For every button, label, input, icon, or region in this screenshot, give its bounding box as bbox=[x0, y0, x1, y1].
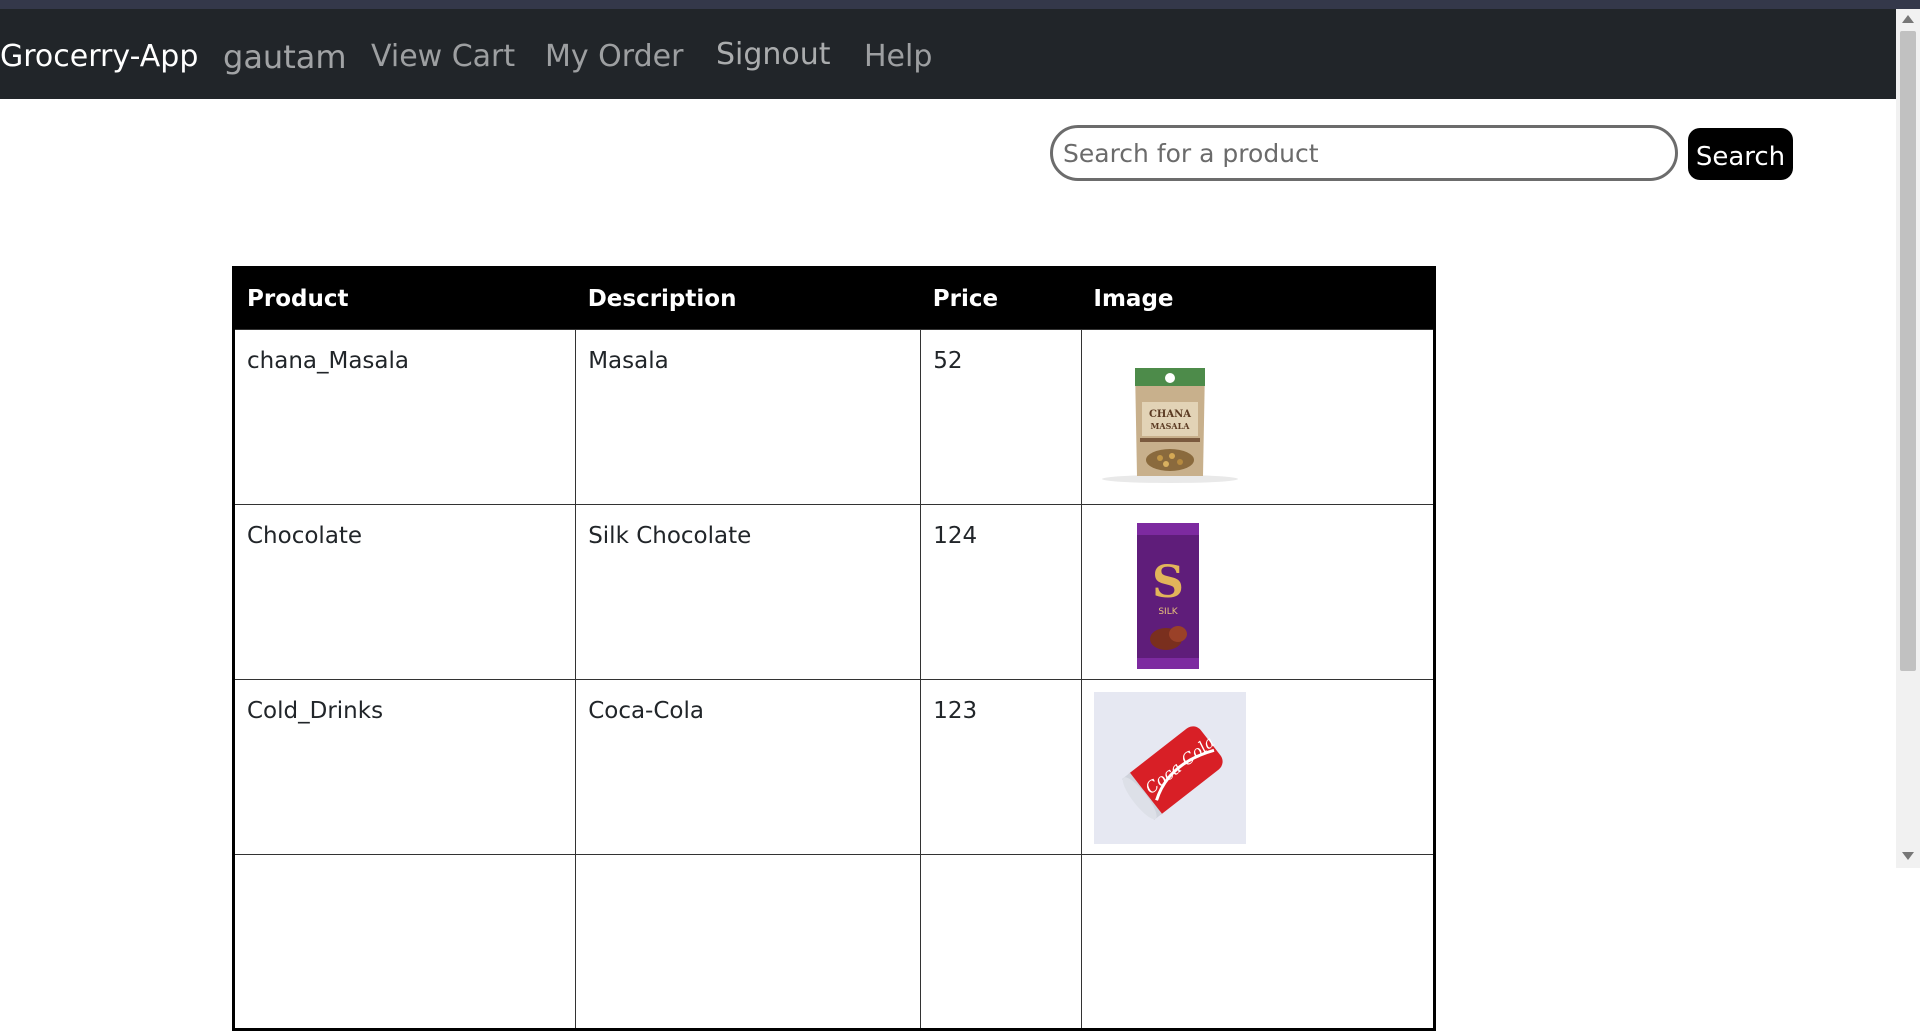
cell-price: 52 bbox=[920, 329, 1082, 505]
cell-image: Coca-Cola bbox=[1080, 679, 1436, 855]
nav-help-link[interactable]: Help bbox=[864, 37, 932, 77]
table-row bbox=[232, 854, 1436, 1030]
header-price: Price bbox=[920, 267, 1082, 330]
nav-my-order-link[interactable]: My Order bbox=[545, 37, 683, 77]
cell-image: CHANA MASALA bbox=[1080, 329, 1436, 505]
table-row: Chocolate Silk Chocolate 124 S SILK bbox=[232, 504, 1436, 680]
table-row: chana_Masala Masala 52 CHANA MASALA bbox=[232, 329, 1436, 505]
chana-wordmark-line2: MASALA bbox=[1150, 421, 1190, 431]
chana-wordmark-line1: CHANA bbox=[1149, 409, 1191, 420]
cell-description: Silk Chocolate bbox=[575, 504, 922, 680]
silk-wordmark: SILK bbox=[1158, 607, 1178, 617]
cell-price bbox=[920, 854, 1082, 1030]
cell-product: Chocolate bbox=[232, 504, 577, 680]
scrollbar-thumb[interactable] bbox=[1900, 31, 1916, 671]
cell-image bbox=[1080, 854, 1436, 1030]
search-button[interactable]: Search bbox=[1688, 128, 1793, 180]
search-input[interactable] bbox=[1050, 125, 1678, 181]
header-product: Product bbox=[233, 267, 576, 330]
cell-product: chana_Masala bbox=[232, 329, 577, 505]
coca-cola-can-image: Coca-Cola bbox=[1093, 692, 1246, 844]
nav-view-cart-link[interactable]: View Cart bbox=[371, 37, 515, 77]
cell-product bbox=[232, 854, 577, 1030]
username-link[interactable]: gautam bbox=[223, 37, 347, 77]
window-top-strip bbox=[0, 0, 1920, 9]
cell-price: 124 bbox=[920, 504, 1082, 680]
cell-description: Coca-Cola bbox=[575, 679, 922, 855]
nav-signout-link[interactable]: Signout bbox=[716, 35, 831, 75]
cell-product: Cold_Drinks bbox=[232, 679, 577, 855]
cell-description: Masala bbox=[575, 329, 922, 505]
header-image: Image bbox=[1081, 267, 1435, 330]
vertical-scrollbar[interactable] bbox=[1896, 9, 1920, 868]
silk-chocolate-bar-image: S SILK bbox=[1093, 517, 1246, 670]
products-table: Product Description Price Image chana_Ma… bbox=[232, 266, 1436, 1031]
chana-masala-packet-image: CHANA MASALA bbox=[1093, 342, 1246, 494]
table-row: Cold_Drinks Coca-Cola 123 Coca-Cola bbox=[232, 679, 1436, 855]
header-description: Description bbox=[575, 267, 921, 330]
brand-link[interactable]: Grocerry-App bbox=[0, 37, 198, 77]
cell-image: S SILK bbox=[1080, 504, 1436, 680]
scroll-up-arrow-icon[interactable] bbox=[1902, 15, 1914, 23]
silk-s-letter: S bbox=[1152, 557, 1184, 608]
scroll-down-arrow-icon[interactable] bbox=[1902, 852, 1914, 860]
cell-description bbox=[575, 854, 922, 1030]
navbar: Grocerry-App gautam View Cart My Order S… bbox=[0, 9, 1896, 99]
table-header-row: Product Description Price Image bbox=[233, 267, 1435, 330]
cell-price: 123 bbox=[920, 679, 1082, 855]
